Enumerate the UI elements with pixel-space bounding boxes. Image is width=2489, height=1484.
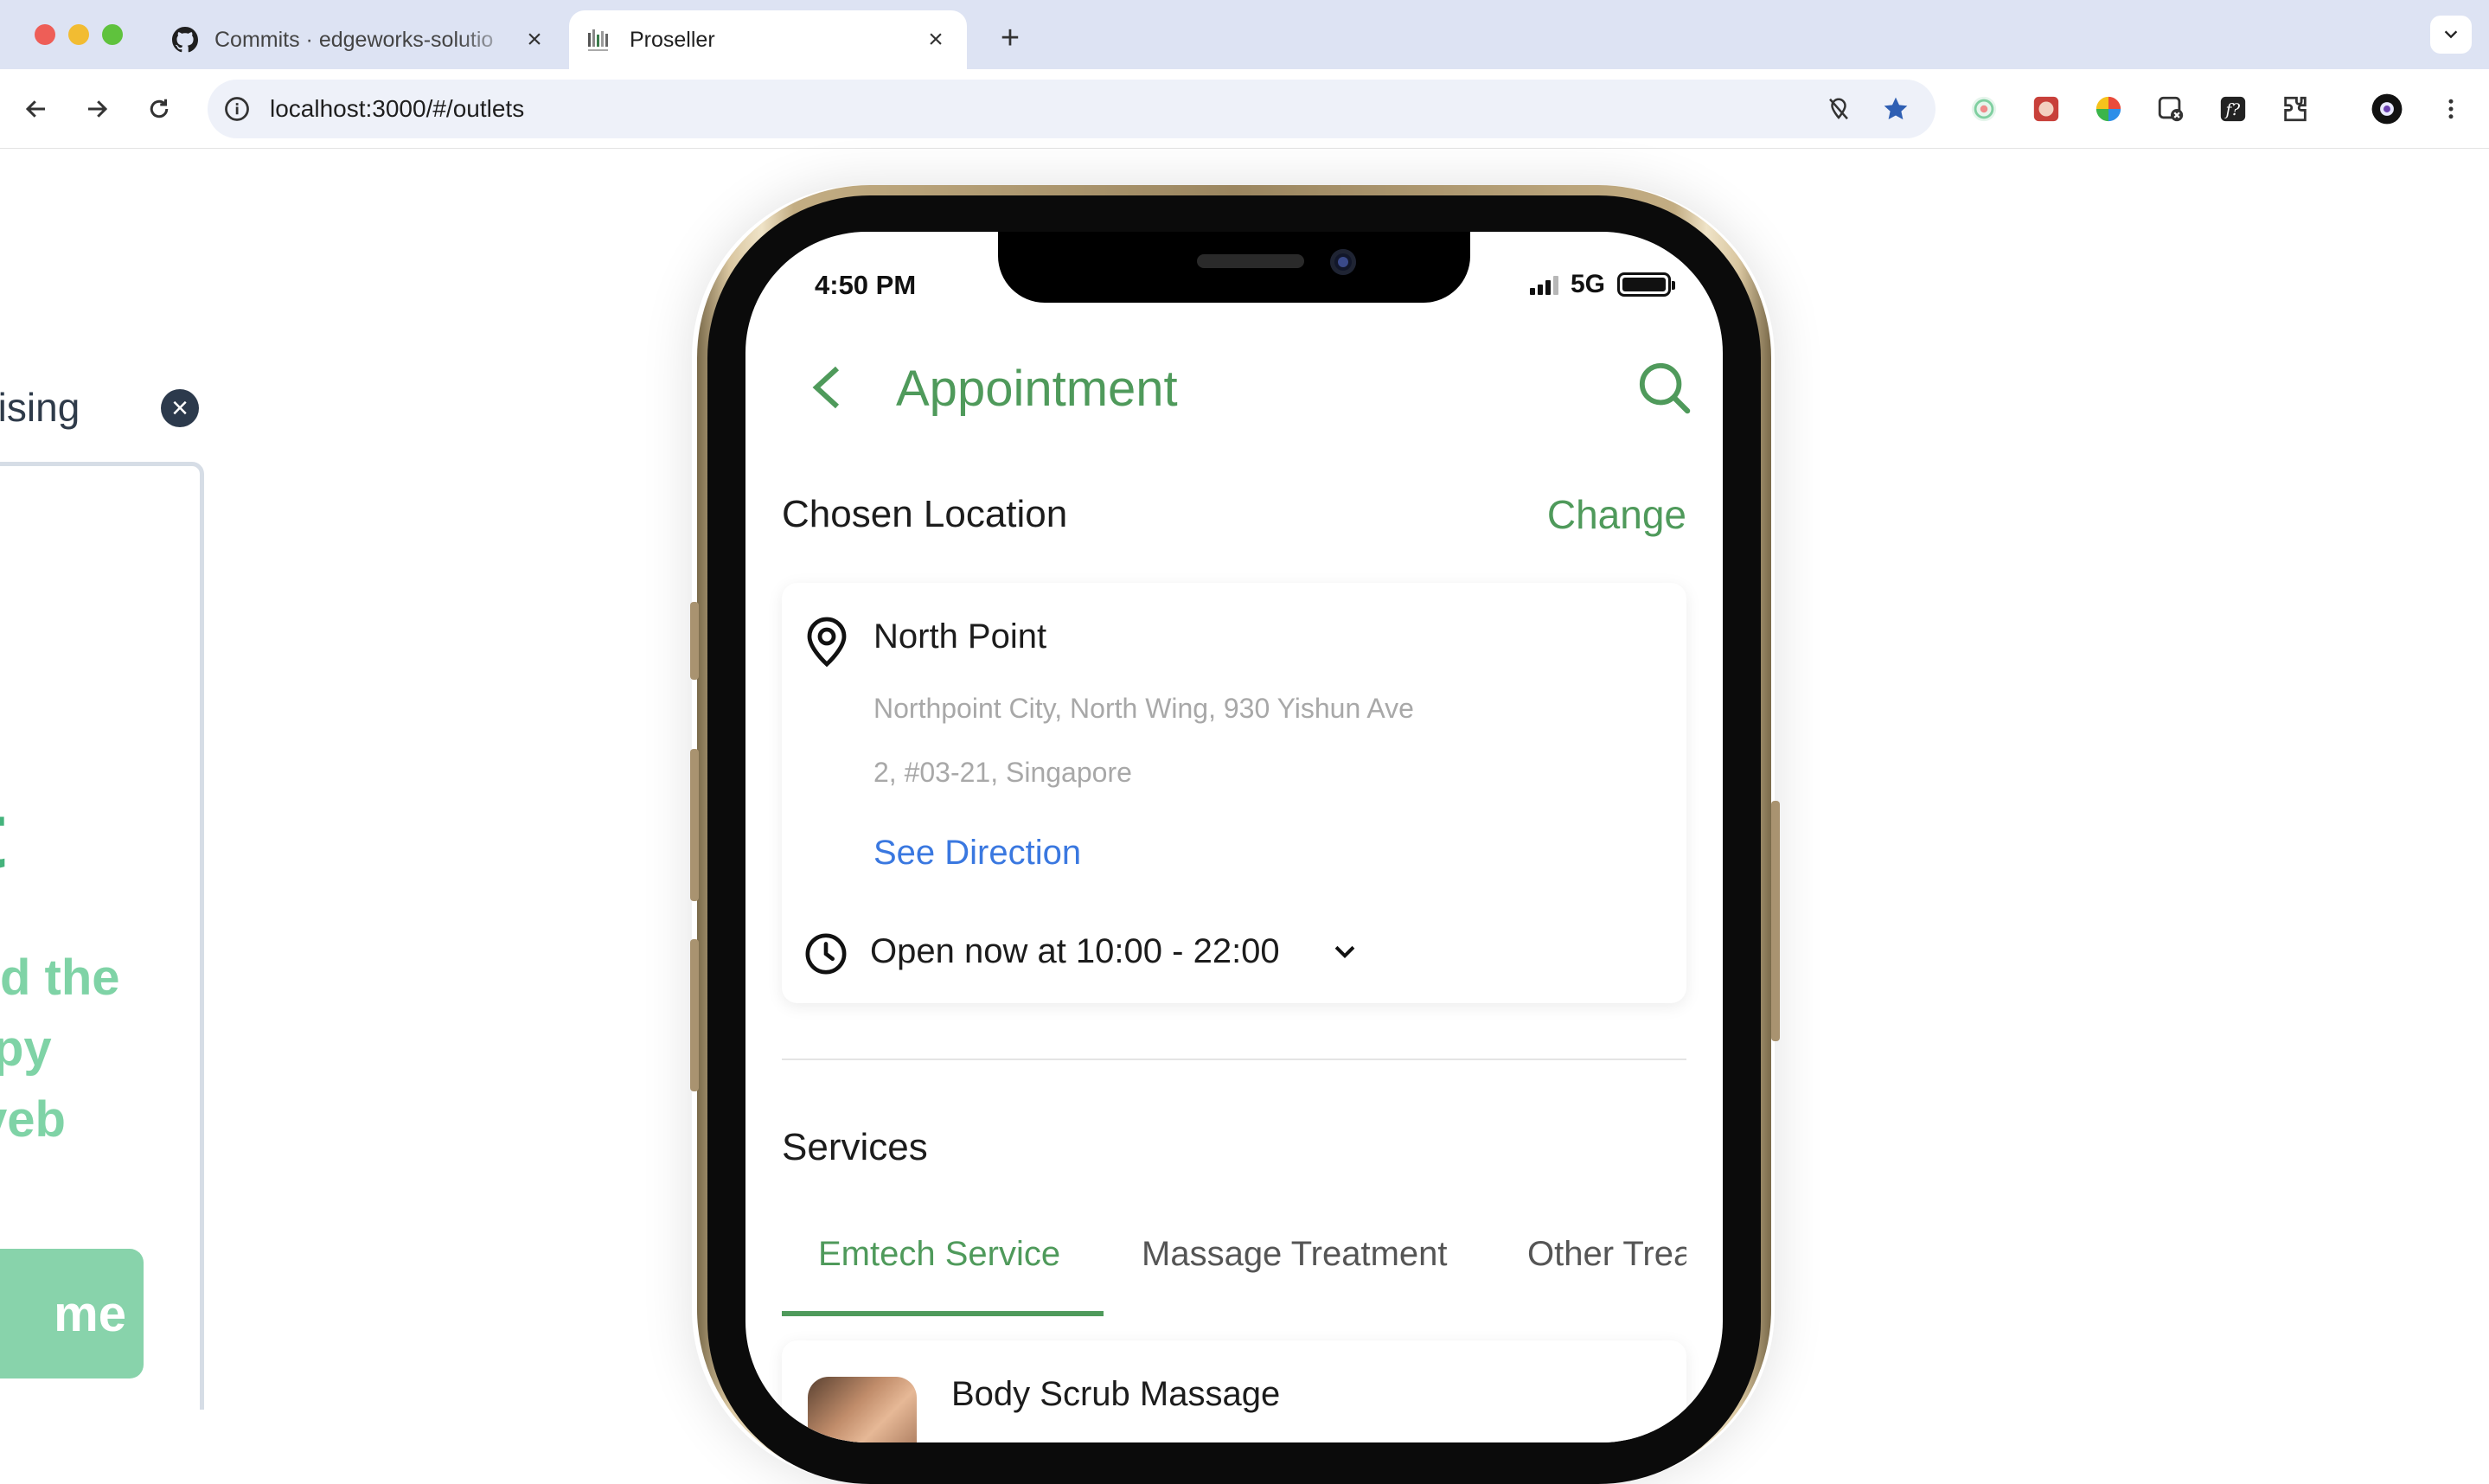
window-close-button[interactable] [35, 24, 55, 45]
url-text: localhost:3000/#/outlets [270, 95, 525, 122]
tab-close-icon[interactable]: × [920, 24, 951, 55]
arrow-right-icon [88, 100, 108, 118]
phone-notch [998, 232, 1470, 303]
background-promo-page: ertising × t d the py veb me [0, 149, 225, 1410]
new-tab-button[interactable]: + [989, 17, 1031, 59]
location-card: North Point Northpoint City, North Wing,… [782, 583, 1686, 1003]
site-info-icon[interactable] [216, 88, 258, 130]
window-maximize-button[interactable] [102, 24, 123, 45]
tab-strip: Commits · edgeworks-solutio × Proseller … [0, 0, 2489, 69]
browser-menu-icon[interactable] [2434, 92, 2468, 126]
tab-title: Proseller [630, 27, 715, 52]
browser-toolbar: localhost:3000/#/outlets f? [0, 69, 2489, 149]
outlet-address: Northpoint City, North Wing, 930 Yishun … [873, 676, 1496, 804]
tab-massage-treatment[interactable]: Massage Treatment [1142, 1235, 1448, 1274]
service-thumbnail [808, 1377, 917, 1442]
active-tab-indicator [782, 1311, 1104, 1316]
status-time: 4:50 PM [815, 270, 917, 300]
back-chevron-icon[interactable] [806, 361, 848, 413]
phone-silent-switch [690, 602, 699, 680]
opening-hours[interactable]: Open now at 10:00 - 22:00 [870, 932, 1280, 971]
browser-chrome: Commits · edgeworks-solutio × Proseller … [0, 0, 2489, 149]
tab-close-icon[interactable]: × [519, 24, 550, 55]
tab-proseller[interactable]: Proseller × [569, 10, 967, 69]
reload-button[interactable] [138, 88, 180, 130]
profile-avatar[interactable] [2370, 92, 2404, 126]
forward-button[interactable] [76, 88, 118, 130]
search-icon[interactable] [1636, 360, 1692, 415]
tab-title: Commits · edgeworks-solutio [214, 27, 494, 52]
service-name: Body Scrub Massage [951, 1375, 1281, 1413]
window-minimize-button[interactable] [68, 24, 89, 45]
svg-text:f?: f? [2224, 101, 2241, 119]
change-location-button[interactable]: Change [1547, 491, 1686, 538]
reload-icon [150, 99, 169, 118]
extensions-puzzle-icon[interactable] [2278, 92, 2313, 126]
bookmark-star-icon[interactable] [1877, 90, 1915, 128]
promo-description-line: d the [0, 950, 120, 1006]
page-title: Appointment [896, 361, 1178, 417]
signal-icon [1529, 274, 1558, 295]
section-divider [782, 1059, 1686, 1060]
proseller-favicon-icon [586, 26, 614, 54]
advertising-label: ertising [0, 385, 80, 430]
promo-button[interactable]: me [0, 1249, 144, 1378]
extension-fonts-icon[interactable]: f? [2216, 92, 2250, 126]
phone-camera [1330, 249, 1356, 275]
service-item[interactable]: Body Scrub Massage [782, 1340, 1686, 1442]
app-header: Appointment [745, 336, 1723, 439]
tab-search-button[interactable] [2430, 16, 2472, 54]
phone-volume-up [690, 749, 699, 901]
phone-screen: 4:50 PM 5G Appointment Chosen Location C… [745, 232, 1723, 1442]
address-line: Northpoint City, North Wing, 930 Yishun … [873, 693, 1414, 724]
outlet-name: North Point [873, 617, 1047, 656]
chevron-down-icon [2444, 30, 2458, 39]
arrow-left-icon [25, 100, 45, 118]
location-pin-icon [804, 616, 849, 668]
eye-off-icon[interactable] [1820, 90, 1858, 128]
address-line: 2, #03-21, Singapore [873, 757, 1132, 788]
promo-description: d the py veb [0, 943, 120, 1155]
battery-icon [1617, 272, 1675, 297]
phone-power-button [1771, 801, 1780, 1041]
tab-github-commits[interactable]: Commits · edgeworks-solutio × [154, 10, 566, 69]
phone-volume-down [690, 939, 699, 1091]
chosen-location-heading: Chosen Location [782, 493, 1068, 535]
tab-other-treatment[interactable]: Other Trea [1527, 1235, 1686, 1274]
tab-emtech-service[interactable]: Emtech Service [818, 1235, 1060, 1274]
extension-color-wheel-icon[interactable] [2091, 92, 2126, 126]
network-type: 5G [1570, 270, 1605, 298]
promo-description-line: py [0, 1020, 52, 1077]
extension-1-icon[interactable] [1967, 92, 2001, 126]
services-tabs: Emtech Service Massage Treatment Other T… [782, 1226, 1686, 1316]
chevron-down-icon[interactable] [1330, 937, 1365, 972]
address-bar[interactable]: localhost:3000/#/outlets [208, 80, 1936, 138]
clock-icon [804, 932, 849, 977]
services-heading: Services [782, 1126, 928, 1168]
extension-2-icon[interactable] [2029, 92, 2064, 126]
back-button[interactable] [16, 88, 57, 130]
github-icon [171, 26, 199, 54]
see-direction-link[interactable]: See Direction [873, 834, 1081, 873]
extension-4-icon[interactable] [2153, 92, 2188, 126]
promo-headline: t [0, 780, 6, 890]
close-icon[interactable]: × [161, 389, 199, 427]
phone-speaker [1197, 254, 1304, 268]
promo-description-line: veb [0, 1091, 66, 1148]
status-indicators: 5G [1529, 270, 1675, 299]
